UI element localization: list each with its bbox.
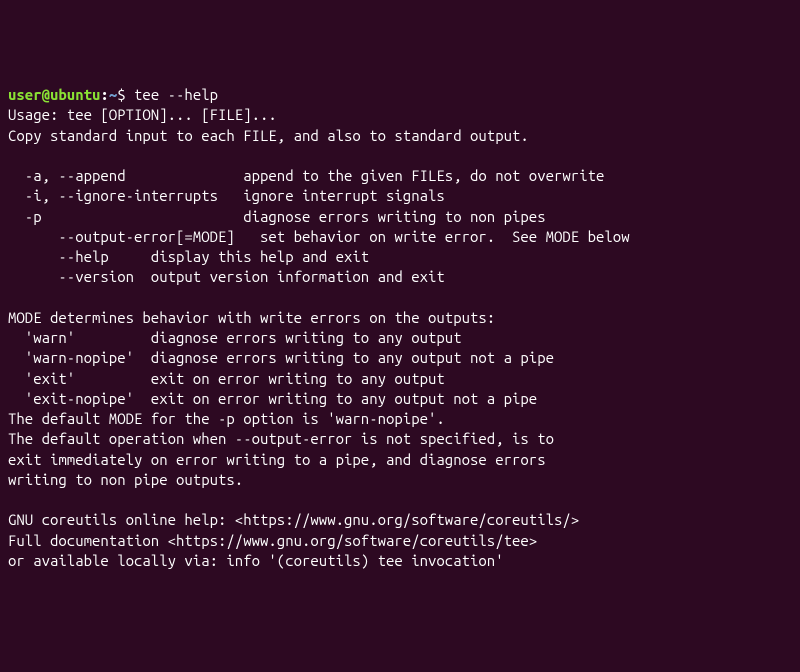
output-default-op: exit immediately on error writing to a p… (8, 451, 546, 468)
output-opt-version: --version output version information and… (8, 268, 445, 285)
prompt-colon: : (100, 86, 108, 103)
output-default-op: The default operation when --output-erro… (8, 430, 554, 447)
output-mode-header: MODE determines behavior with write erro… (8, 309, 495, 326)
output-usage: Usage: tee [OPTION]... [FILE]... (8, 106, 277, 123)
prompt-dollar: $ (117, 86, 134, 103)
output-desc: Copy standard input to each FILE, and al… (8, 127, 529, 144)
output-doc-url: Full documentation <https://www.gnu.org/… (8, 532, 537, 549)
output-opt-output-error: --output-error[=MODE] set behavior on wr… (8, 228, 630, 245)
output-local-info: or available locally via: info '(coreuti… (8, 552, 504, 569)
output-default-op: writing to non pipe outputs. (8, 471, 243, 488)
output-opt-help: --help display this help and exit (8, 248, 369, 265)
output-mode-warn: 'warn' diagnose errors writing to any ou… (8, 329, 462, 346)
output-default-mode: The default MODE for the -p option is 'w… (8, 410, 445, 427)
output-opt-ignore-interrupts: -i, --ignore-interrupts ignore interrupt… (8, 187, 445, 204)
prompt-path: ~ (109, 86, 117, 103)
output-help-url: GNU coreutils online help: <https://www.… (8, 511, 579, 528)
output-mode-warn-nopipe: 'warn-nopipe' diagnose errors writing to… (8, 349, 554, 366)
terminal-output[interactable]: user@ubuntu:~$ tee --help Usage: tee [OP… (8, 85, 792, 571)
command-text: tee --help (134, 86, 218, 103)
prompt-line: user@ubuntu:~$ tee --help (8, 86, 218, 103)
output-mode-exit: 'exit' exit on error writing to any outp… (8, 370, 445, 387)
prompt-user: user@ubuntu (8, 86, 100, 103)
output-mode-exit-nopipe: 'exit-nopipe' exit on error writing to a… (8, 390, 537, 407)
output-opt-p: -p diagnose errors writing to non pipes (8, 208, 546, 225)
output-opt-append: -a, --append append to the given FILEs, … (8, 167, 604, 184)
